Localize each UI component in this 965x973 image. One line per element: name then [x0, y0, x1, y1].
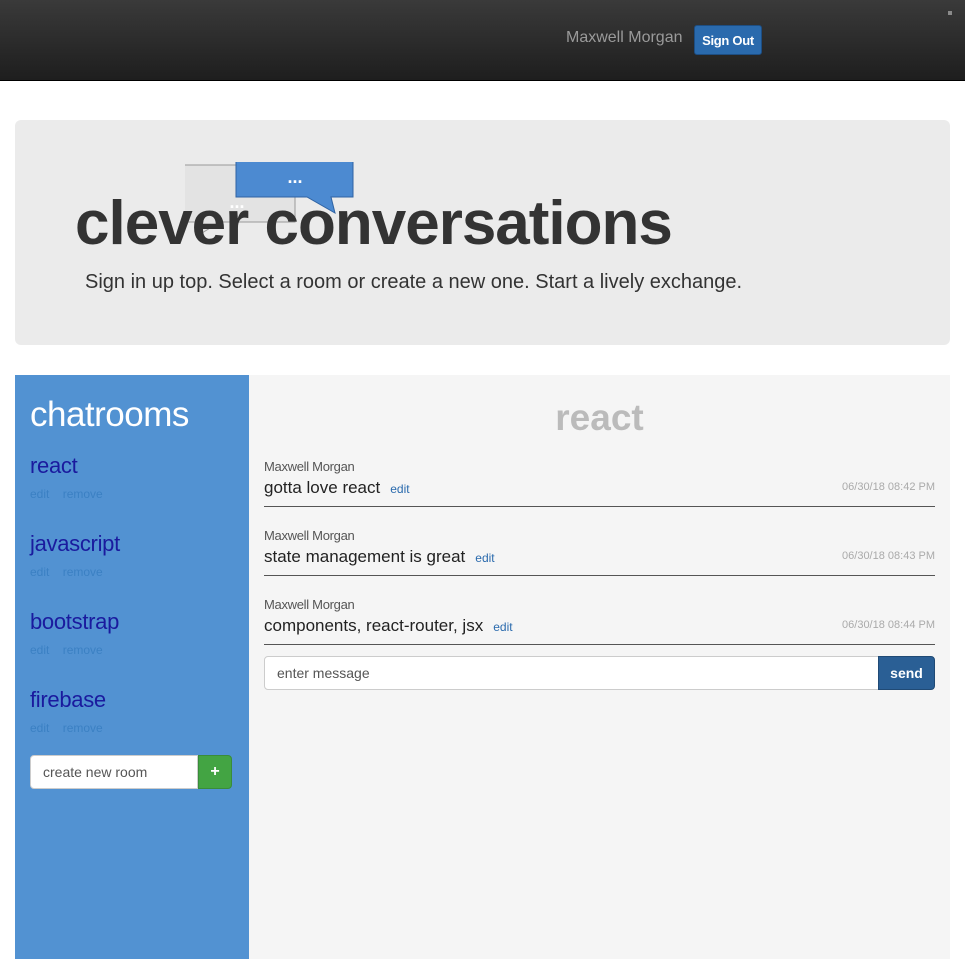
- room-title: react: [555, 397, 644, 438]
- message-item: Maxwell Morgan gotta love react edit 06/3…: [264, 459, 935, 507]
- room-remove-link[interactable]: remove: [63, 487, 103, 501]
- message-edit-link[interactable]: edit: [493, 620, 512, 634]
- message-text: components, react-router, jsx: [264, 616, 484, 635]
- message-author: Maxwell Morgan: [264, 597, 355, 612]
- room-edit-link[interactable]: edit: [30, 721, 49, 735]
- room-edit-link[interactable]: edit: [30, 565, 49, 579]
- sign-out-button[interactable]: Sign Out: [694, 25, 762, 55]
- message-text: state management is great: [264, 547, 466, 566]
- send-button[interactable]: send: [878, 656, 935, 690]
- room-link[interactable]: bootstrap: [30, 609, 119, 635]
- jumbotron: ... ... clever conversations Sign in up …: [15, 120, 950, 345]
- add-room-button[interactable]: +: [198, 755, 232, 789]
- message-author: Maxwell Morgan: [264, 459, 355, 474]
- message-author: Maxwell Morgan: [264, 528, 355, 543]
- room-item-bootstrap: bootstrap edit remove: [30, 609, 119, 657]
- message-timestamp: 06/30/18 08:42 PM: [842, 481, 935, 493]
- message-timestamp: 06/30/18 08:43 PM: [842, 550, 935, 562]
- room-item-react: react edit remove: [30, 453, 113, 501]
- room-item-firebase: firebase edit remove: [30, 687, 113, 735]
- top-navbar: Maxwell Morgan Sign Out: [0, 0, 965, 81]
- message-input[interactable]: enter message: [264, 656, 879, 690]
- room-link[interactable]: firebase: [30, 687, 113, 713]
- nav-user-name: Maxwell Morgan: [566, 29, 683, 46]
- message-edit-link[interactable]: edit: [390, 482, 409, 496]
- page-title: clever conversations: [75, 189, 673, 258]
- corner-dot-icon: [948, 11, 952, 15]
- room-link[interactable]: javascript: [30, 531, 120, 557]
- message-edit-link[interactable]: edit: [475, 551, 494, 565]
- room-remove-link[interactable]: remove: [63, 565, 103, 579]
- message-item: Maxwell Morgan components, react-router,…: [264, 597, 935, 645]
- room-edit-link[interactable]: edit: [30, 487, 49, 501]
- room-remove-link[interactable]: remove: [63, 721, 103, 735]
- room-link[interactable]: react: [30, 453, 113, 479]
- chat-panel: react Maxwell Morgan gotta love react edi…: [249, 375, 950, 959]
- page-subtitle: Sign in up top. Select a room or create …: [85, 271, 743, 293]
- room-edit-link[interactable]: edit: [30, 643, 49, 657]
- chatrooms-sidebar: chatrooms react edit remove javascript e…: [15, 375, 249, 959]
- message-item: Maxwell Morgan state management is great…: [264, 528, 935, 576]
- message-timestamp: 06/30/18 08:44 PM: [842, 619, 935, 631]
- room-remove-link[interactable]: remove: [63, 643, 103, 657]
- logo-bubble-blue-dots: ...: [287, 167, 302, 187]
- sidebar-title: chatrooms: [30, 395, 189, 434]
- room-item-javascript: javascript edit remove: [30, 531, 120, 579]
- message-text: gotta love react: [264, 478, 381, 497]
- new-room-input[interactable]: create new room: [30, 755, 198, 789]
